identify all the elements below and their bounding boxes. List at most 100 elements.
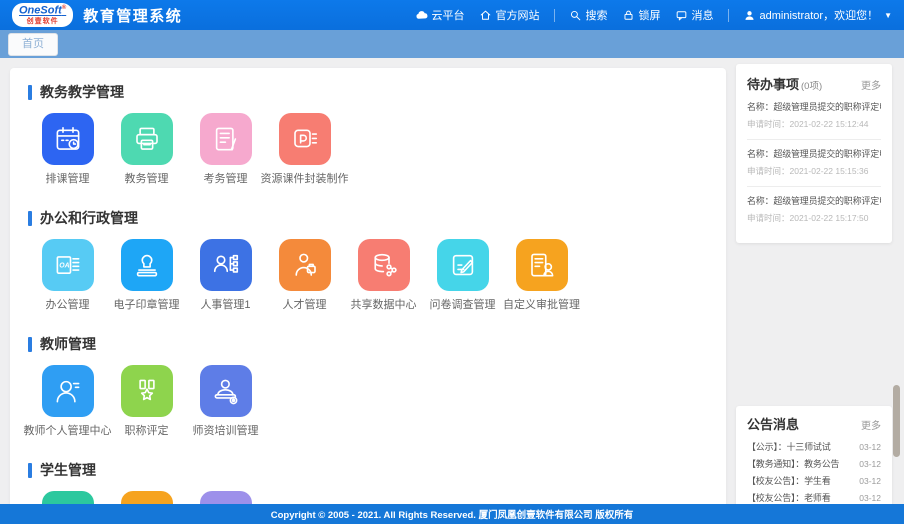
app-icon-tile: OA [42,239,94,291]
notice-item[interactable]: 【校友公告】：学生看 03-12 [747,472,881,489]
app-item-exam[interactable]: 考务管理 [186,113,265,186]
ppt-icon [290,124,320,154]
user-menu[interactable]: administrator，欢迎您！▼ [743,7,893,23]
todo-name: 名称：超级管理员提交的职称评定申请 [747,101,881,113]
app-icon-tile [42,113,94,165]
footer: Copyright © 2005 - 2021. All Rights Rese… [0,504,904,524]
nav-item-search[interactable]: 搜索 [569,7,608,23]
nav-item-official-site[interactable]: 官方网站 [479,7,540,23]
nav-item-messages[interactable]: 消息 [675,7,714,23]
app-icon-tile [358,239,410,291]
notice-date: 03-12 [859,442,881,452]
schedule-icon [53,124,83,154]
todo-more-link[interactable]: 更多 [861,77,881,92]
app-item-schedule[interactable]: 排课管理 [28,113,107,186]
app-icon-tile [200,113,252,165]
app-label: 教务管理 [125,173,169,186]
app-item-ppt[interactable]: 资源课件封装制作 [265,113,344,186]
app-item-survey[interactable]: 问卷调查管理 [423,239,502,312]
user-icon [743,9,756,22]
app-icon-tile [121,365,173,417]
notice-date: 03-12 [859,476,881,486]
section: 办公和行政管理 OA办公管理电子印章管理 人事管理1 人才管理共享数据中心问卷调查管理… [28,208,716,312]
section-title: 学生管理 [40,460,96,480]
app-icon-tile [121,113,173,165]
section-accent-bar [28,463,32,478]
app-item-org[interactable]: 人事管理1 [186,239,265,312]
app-icon-tile [437,239,489,291]
app-icon-tile [279,239,331,291]
training-icon [211,376,241,406]
chevron-down-icon: ▼ [884,11,892,20]
app-icon-tile [121,239,173,291]
todo-count: (0项) [801,81,822,92]
notice-text: 【校友公告】：老师看 [747,491,831,504]
todo-time: 申请时间：2021-02-22 15:12:44 [747,118,881,130]
app-item-approval[interactable]: 自定义审批管理 [502,239,581,312]
todo-item[interactable]: 名称：超级管理员提交的职称评定申请申请时间：2021-02-22 15:17:5… [747,187,881,233]
search-icon [569,9,582,22]
section-accent-bar [28,337,32,352]
section-title: 办公和行政管理 [40,208,138,228]
notice-item[interactable]: 【教务通知】：教务公告03-12 [747,455,881,472]
todo-panel: 待办事项(0项) 更多 名称：超级管理员提交的职称评定申请申请时间：2021-0… [736,64,892,243]
notice-text: 【教务通知】：教务公告 [747,457,839,470]
app-label: 电子印章管理 [114,299,180,312]
app-item-training[interactable]: 师资培训管理 [186,365,265,438]
database-share-icon [369,250,399,280]
todo-name: 名称：超级管理员提交的职称评定申请 [747,148,881,160]
scrollbar-thumb[interactable] [893,385,900,457]
nav-divider [554,9,555,22]
tab-bar: 首页 [0,30,904,58]
sections: 教务教学管理排课管理教务管理考务管理资源课件封装制作办公和行政管理OA办公管理电… [28,82,716,524]
message-icon [675,9,688,22]
app-icon-tile [200,365,252,417]
stamp-icon [132,250,162,280]
brand-name: OneSoft [19,5,62,17]
app-label: 师资培训管理 [193,425,259,438]
copyright-text: Copyright © 2005 - 2021. All Rights Rese… [271,507,633,521]
exam-icon [211,124,241,154]
app-label: 教师个人管理中心 [24,425,112,438]
app-label: 问卷调查管理 [430,299,496,312]
app-label: 资源课件封装制作 [261,173,349,186]
section-title: 教师管理 [40,334,96,354]
app-item-database-share[interactable]: 共享数据中心 [344,239,423,312]
lock-icon [622,9,635,22]
app-icon-tile [279,113,331,165]
section: 教师管理教师个人管理中心职称评定 师资培训管理 [28,334,716,438]
registered-mark: ® [62,5,66,11]
tab-home[interactable]: 首页 [8,33,58,56]
brand-logo[interactable]: OneSoft® 创壹软件 [12,3,73,27]
app-item-stamp[interactable]: 电子印章管理 [107,239,186,312]
main-panel: 教务教学管理排课管理教务管理考务管理资源课件封装制作办公和行政管理OA办公管理电… [10,68,726,524]
section: 教务教学管理排课管理教务管理考务管理资源课件封装制作 [28,82,716,186]
app-item-printer[interactable]: 教务管理 [107,113,186,186]
todo-time: 申请时间：2021-02-22 15:15:36 [747,165,881,177]
notice-item[interactable]: 【公示】：十三师试试 03-12 [747,438,881,455]
app-icon-tile [200,239,252,291]
app-header: OneSoft® 创壹软件 教育管理系统 云平台官方网站搜索锁屏消息admini… [0,0,904,30]
notice-text: 【校友公告】：学生看 [747,474,831,487]
cloud-icon [415,9,428,22]
app-icon-tile [516,239,568,291]
app-item-talent[interactable]: 人才管理 [265,239,344,312]
section-accent-bar [28,85,32,100]
todo-item[interactable]: 名称：超级管理员提交的职称评定申请申请时间：2021-02-22 15:12:4… [747,93,881,140]
notice-more-link[interactable]: 更多 [861,417,881,432]
top-nav: 云平台官方网站 搜索锁屏消息 administrator，欢迎您！▼ [415,7,893,23]
app-label: 职称评定 [125,425,169,438]
app-item-badge-star[interactable]: 职称评定 [107,365,186,438]
nav-divider [728,9,729,22]
notice-panel-title: 公告消息 [747,414,799,433]
todo-item[interactable]: 名称：超级管理员提交的职称评定申请申请时间：2021-02-22 15:15:3… [747,140,881,187]
app-item-oa[interactable]: OA办公管理 [28,239,107,312]
nav-item-cloud-platform[interactable]: 云平台 [415,7,465,23]
notice-text: 【公示】：十三师试试 [747,440,831,453]
section-accent-bar [28,211,32,226]
app-label: 人事管理1 [200,299,250,312]
app-item-person-card[interactable]: 教师个人管理中心 [28,365,107,438]
nav-item-lock-screen[interactable]: 锁屏 [622,7,661,23]
app-label: 自定义审批管理 [503,299,580,312]
app-label: 共享数据中心 [351,299,417,312]
